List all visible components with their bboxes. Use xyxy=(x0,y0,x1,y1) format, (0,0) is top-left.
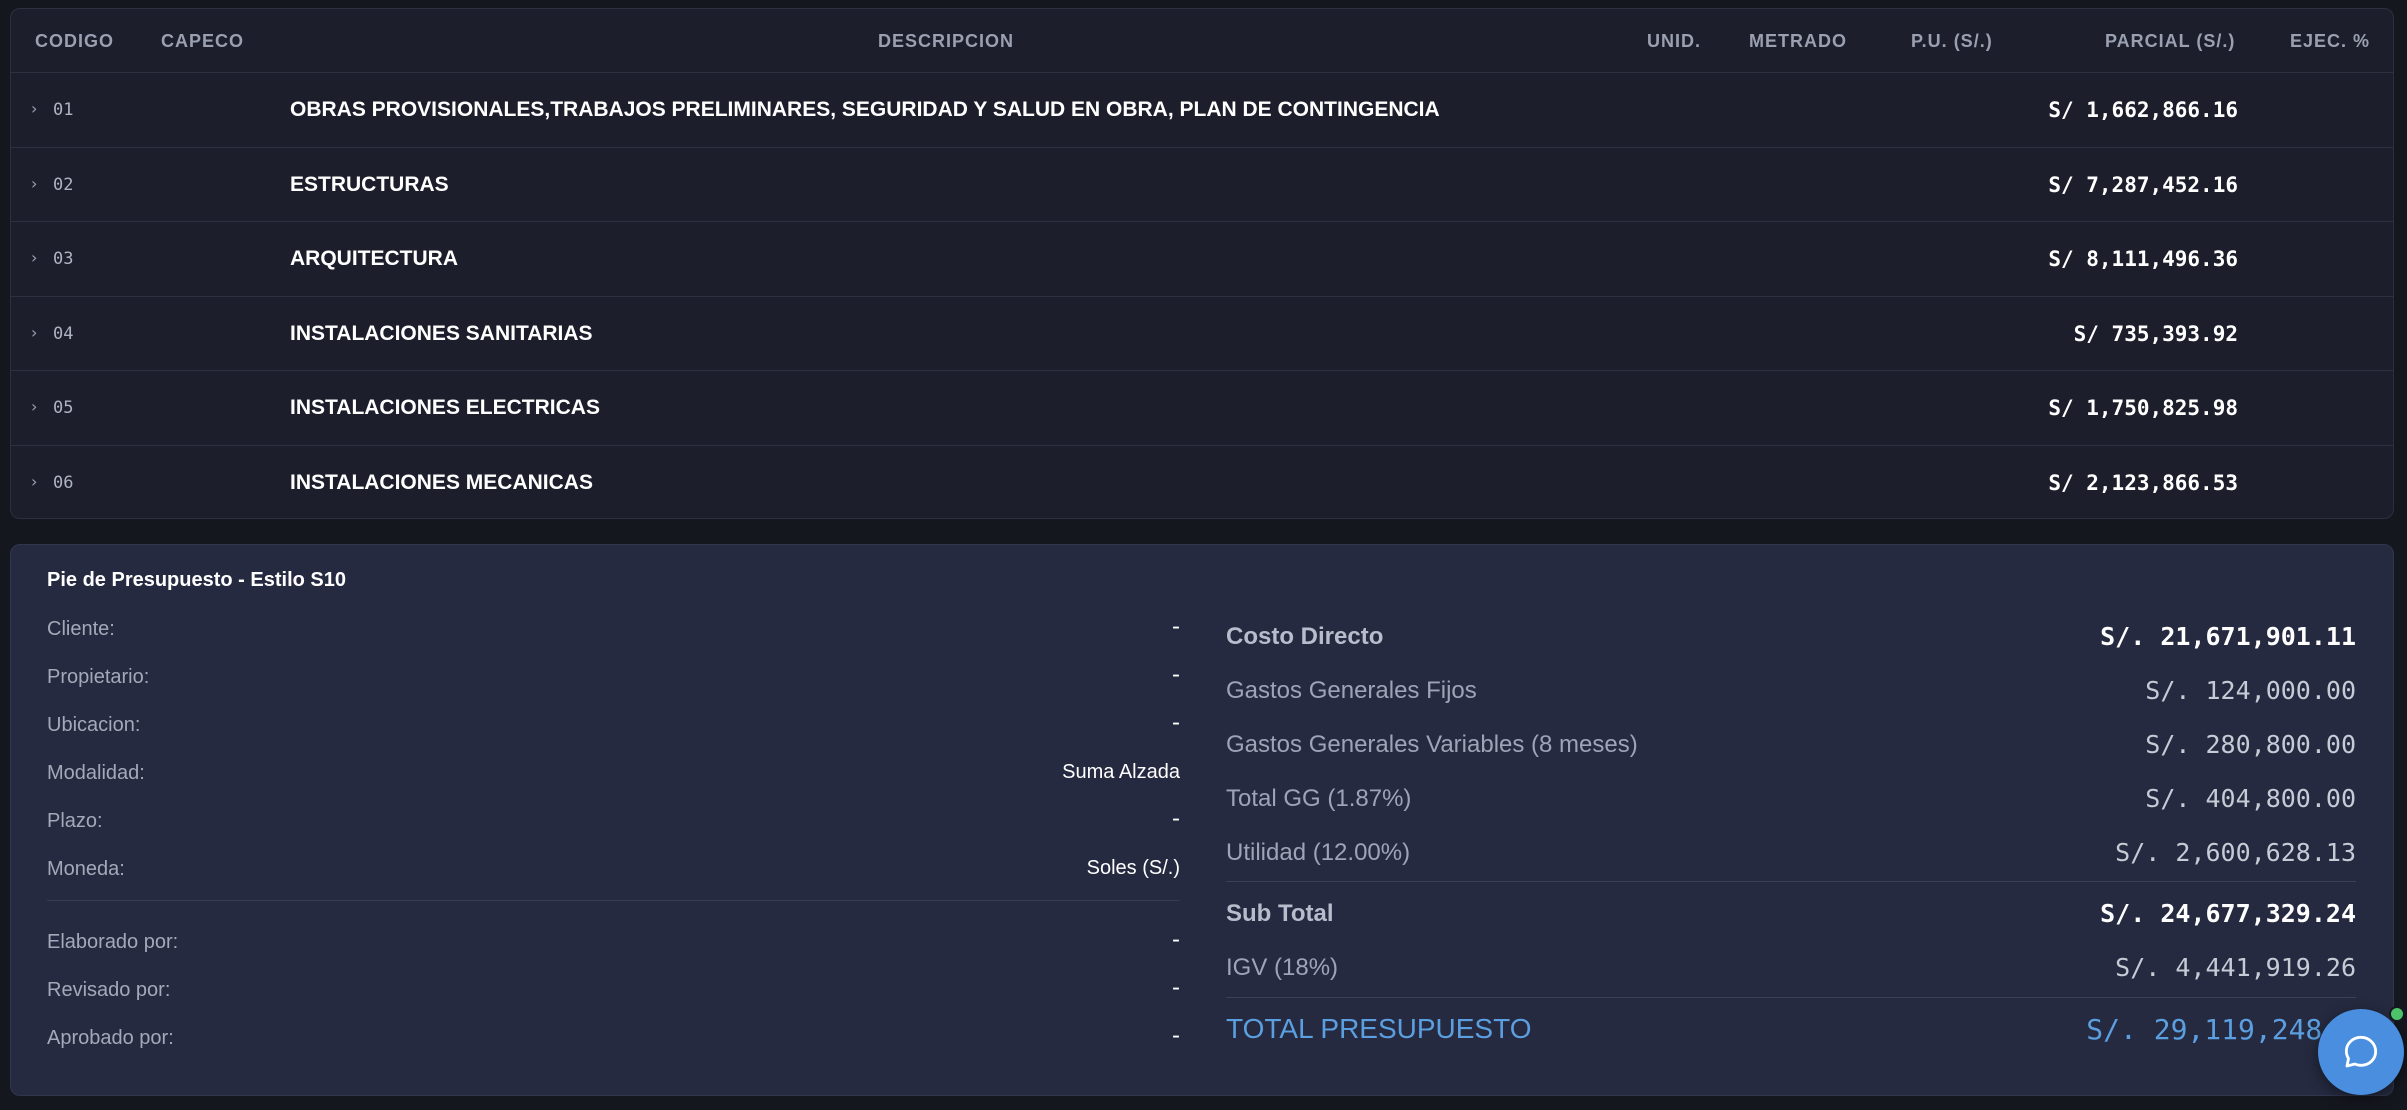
info-plazo: Plazo: - xyxy=(47,805,1180,835)
summary-label: TOTAL PRESUPUESTO xyxy=(1226,1013,1532,1044)
info-propietario: Propietario: - xyxy=(47,661,1180,691)
info-label: Propietario: xyxy=(47,666,150,688)
summary-total-presupuesto: TOTAL PRESUPUESTO S/. 29,119,248.5 xyxy=(1226,1010,2356,1046)
chat-button[interactable] xyxy=(2318,1009,2404,1095)
info-value: - xyxy=(1172,613,1180,640)
chevron-right-icon[interactable]: › xyxy=(31,397,37,416)
summary-label: Gastos Generales Fijos xyxy=(1226,677,1477,704)
info-value: - xyxy=(1172,974,1180,1001)
info-label: Ubicacion: xyxy=(47,714,141,736)
row-parcial: S/ 7,287,452.16 xyxy=(2048,172,2238,197)
info-label: Revisado por: xyxy=(47,979,171,1001)
summary-label: Gastos Generales Variables (8 meses) xyxy=(1226,731,1638,758)
row-description: INSTALACIONES ELECTRICAS xyxy=(290,396,600,419)
signature-revisado: Revisado por: - xyxy=(47,974,1180,1004)
col-header-parcial[interactable]: PARCIAL (S/.) xyxy=(2105,31,2235,52)
summary-value: S/. 21,671,901.11 xyxy=(2100,622,2356,651)
info-label: Cliente: xyxy=(47,618,115,640)
row-description: ESTRUCTURAS xyxy=(290,172,449,196)
summary-costo-directo: Costo Directo S/. 21,671,901.11 xyxy=(1226,617,2356,653)
table-row[interactable]: › 03 ARQUITECTURA S/ 8,111,496.36 xyxy=(11,222,2393,297)
row-description: INSTALACIONES MECANICAS xyxy=(290,470,593,494)
summary-label: Costo Directo xyxy=(1226,623,1384,650)
chevron-right-icon[interactable]: › xyxy=(31,174,37,193)
row-description: INSTALACIONES SANITARIAS xyxy=(290,321,593,345)
summary-label: Sub Total xyxy=(1226,900,1334,927)
summary-value: S/. 4,441,919.26 xyxy=(2115,953,2356,982)
summary-gg-fijos: Gastos Generales Fijos S/. 124,000.00 xyxy=(1226,671,2356,707)
signature-aprobado: Aprobado por: - xyxy=(47,1022,1180,1052)
summary-value: S/. 404,800.00 xyxy=(2145,784,2356,813)
table-row[interactable]: › 04 INSTALACIONES SANITARIAS S/ 735,393… xyxy=(11,297,2393,371)
row-code: 04 xyxy=(53,323,74,344)
row-code: 03 xyxy=(53,249,74,269)
info-value: - xyxy=(1172,1022,1180,1049)
info-value: - xyxy=(1172,805,1180,832)
summary-label: Total GG (1.87%) xyxy=(1226,785,1412,812)
row-description: ARQUITECTURA xyxy=(290,247,458,270)
chevron-right-icon[interactable]: › xyxy=(31,248,37,267)
col-header-descripcion[interactable]: DESCRIPCION xyxy=(878,31,1014,52)
summary-value: S/. 280,800.00 xyxy=(2145,730,2356,759)
footer-title: Pie de Presupuesto - Estilo S10 xyxy=(47,569,346,591)
chevron-right-icon[interactable]: › xyxy=(31,99,37,118)
col-header-codigo[interactable]: CODIGO xyxy=(35,31,114,52)
info-label: Modalidad: xyxy=(47,762,145,784)
summary-gg-variables: Gastos Generales Variables (8 meses) S/.… xyxy=(1226,725,2356,761)
info-label: Plazo: xyxy=(47,810,103,832)
row-parcial: S/ 8,111,496.36 xyxy=(2048,247,2238,271)
divider xyxy=(1226,997,2356,998)
info-modalidad: Modalidad: Suma Alzada xyxy=(47,757,1180,787)
chevron-right-icon[interactable]: › xyxy=(31,472,37,491)
info-moneda: Moneda: Soles (S/.) xyxy=(47,853,1180,883)
table-row[interactable]: › 06 INSTALACIONES MECANICAS S/ 2,123,86… xyxy=(11,446,2393,519)
summary-igv: IGV (18%) S/. 4,441,919.26 xyxy=(1226,948,2356,984)
table-row[interactable]: › 01 OBRAS PROVISIONALES,TRABAJOS PRELIM… xyxy=(11,73,2393,148)
row-code: 05 xyxy=(53,398,74,418)
info-ubicacion: Ubicacion: - xyxy=(47,709,1180,739)
summary-utilidad: Utilidad (12.00%) S/. 2,600,628.13 xyxy=(1226,833,2356,869)
info-value: Suma Alzada xyxy=(1062,761,1180,783)
row-parcial: S/ 1,662,866.16 xyxy=(2048,98,2238,122)
divider xyxy=(1226,881,2356,882)
summary-total-gg: Total GG (1.87%) S/. 404,800.00 xyxy=(1226,779,2356,815)
col-header-ejec[interactable]: EJEC. % xyxy=(2290,31,2370,52)
col-header-unid[interactable]: UNID. xyxy=(1647,31,1701,52)
info-label: Aprobado por: xyxy=(47,1027,174,1049)
summary-value: S/. 24,677,329.24 xyxy=(2100,899,2356,928)
row-code: 02 xyxy=(53,174,74,195)
online-status-dot xyxy=(2389,1006,2405,1022)
info-value: - xyxy=(1172,661,1180,688)
row-parcial: S/ 735,393.92 xyxy=(2073,321,2238,346)
table-row[interactable]: › 05 INSTALACIONES ELECTRICAS S/ 1,750,8… xyxy=(11,371,2393,446)
table-row[interactable]: › 02 ESTRUCTURAS S/ 7,287,452.16 xyxy=(11,148,2393,222)
summary-label: IGV (18%) xyxy=(1226,954,1339,981)
summary-label: Utilidad (12.00%) xyxy=(1226,839,1411,866)
summary-value: S/. 2,600,628.13 xyxy=(2115,838,2356,867)
budget-table: CODIGO CAPECO DESCRIPCION UNID. METRADO … xyxy=(10,8,2394,519)
row-code: 06 xyxy=(53,472,74,493)
row-code: 01 xyxy=(53,100,74,120)
table-header: CODIGO CAPECO DESCRIPCION UNID. METRADO … xyxy=(11,9,2393,73)
summary-sub-total: Sub Total S/. 24,677,329.24 xyxy=(1226,894,2356,930)
info-value: - xyxy=(1172,926,1180,953)
chevron-right-icon[interactable]: › xyxy=(31,323,37,342)
info-label: Moneda: xyxy=(47,858,125,880)
col-header-pu[interactable]: P.U. (S/.) xyxy=(1911,31,1993,52)
budget-footer-card: Pie de Presupuesto - Estilo S10 Cliente:… xyxy=(10,544,2394,1096)
chat-bubble-icon xyxy=(2344,1035,2378,1068)
col-header-capeco[interactable]: CAPECO xyxy=(161,31,244,52)
summary-value: S/. 124,000.00 xyxy=(2145,676,2356,705)
divider xyxy=(47,900,1180,901)
signature-elaborado: Elaborado por: - xyxy=(47,926,1180,956)
row-parcial: S/ 2,123,866.53 xyxy=(2048,470,2238,495)
info-value: Soles (S/.) xyxy=(1086,857,1180,879)
summary-value: S/. 29,119,248.5 xyxy=(2086,1013,2356,1046)
row-description: OBRAS PROVISIONALES,TRABAJOS PRELIMINARE… xyxy=(290,98,1440,121)
info-label: Elaborado por: xyxy=(47,931,179,953)
col-header-metrado[interactable]: METRADO xyxy=(1749,31,1847,52)
row-parcial: S/ 1,750,825.98 xyxy=(2048,396,2238,420)
info-cliente: Cliente: - xyxy=(47,613,1180,643)
info-value: - xyxy=(1172,709,1180,736)
